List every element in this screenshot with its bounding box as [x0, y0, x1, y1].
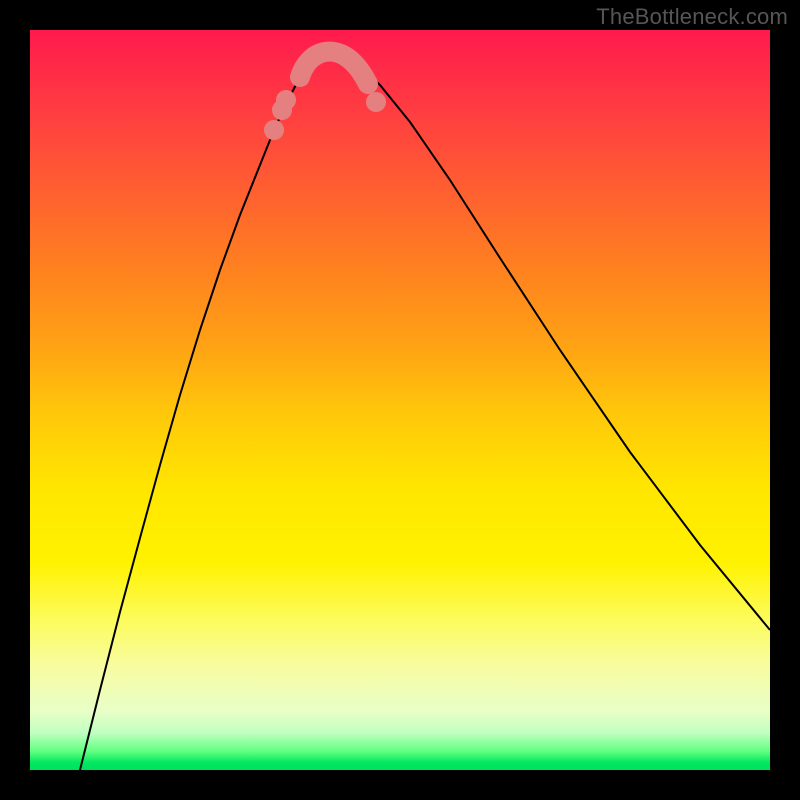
right-curve: [330, 48, 770, 630]
left-dots-group: [264, 90, 296, 140]
chart-frame: TheBottleneck.com: [0, 0, 800, 800]
left-dot: [276, 90, 296, 110]
left-dot: [264, 120, 284, 140]
right-dot: [366, 92, 386, 112]
plot-area: [30, 30, 770, 770]
u-shape-marker: [300, 52, 368, 84]
curves-svg: [30, 30, 770, 770]
watermark-text: TheBottleneck.com: [596, 4, 788, 30]
left-curve: [80, 48, 330, 770]
